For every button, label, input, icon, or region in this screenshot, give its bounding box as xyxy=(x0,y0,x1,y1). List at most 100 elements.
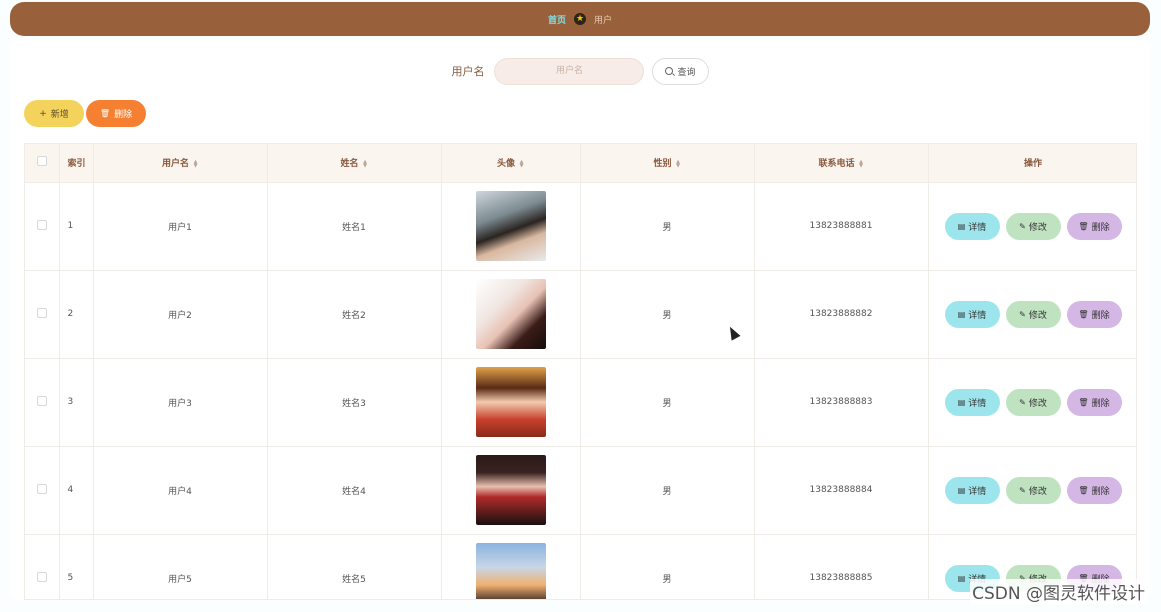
row-select-cell[interactable] xyxy=(25,270,60,359)
detail-button[interactable]: ▤详情 xyxy=(944,212,1000,240)
sort-icon[interactable]: ▲ ▼ xyxy=(519,159,524,168)
row-username: 用户1 xyxy=(93,182,268,271)
row-name: 姓名1 xyxy=(267,182,442,271)
sort-icon[interactable]: ▲ ▼ xyxy=(859,159,864,168)
avatar[interactable] xyxy=(475,367,546,437)
row-checkbox[interactable] xyxy=(36,395,47,406)
avatar[interactable] xyxy=(475,191,546,261)
search-label: 用户名 xyxy=(451,65,485,78)
row-phone: 13823888885 xyxy=(754,534,929,599)
add-button[interactable]: + 新增 xyxy=(24,100,84,127)
avatar[interactable] xyxy=(475,279,546,349)
detail-label: 详情 xyxy=(968,486,987,497)
delete-label: 删除 xyxy=(1091,398,1110,409)
header-gender-label: 性别 xyxy=(653,159,672,170)
batch-delete-button[interactable]: 🗑 删除 xyxy=(86,100,146,127)
row-actions: ▤详情 ✎修改 🗑删除 xyxy=(928,270,1136,359)
row-checkbox[interactable] xyxy=(36,571,47,582)
row-name: 姓名3 xyxy=(267,358,442,447)
row-gender: 男 xyxy=(580,270,755,359)
table-header-row: 索引 用户名 ▲ ▼ 姓名 ▲ ▼ 头像 ▲ ▼ 性别 ▲ ▼ 联系电话 ▲ ▼ 操作 xyxy=(25,144,1136,183)
header-name[interactable]: 姓名 ▲ ▼ xyxy=(267,144,442,183)
header-avatar[interactable]: 头像 ▲ ▼ xyxy=(441,144,581,183)
row-select-cell[interactable] xyxy=(25,446,60,535)
username-search-input[interactable] xyxy=(494,57,645,85)
edit-button[interactable]: ✎修改 xyxy=(1005,476,1061,504)
header-username[interactable]: 用户名 ▲ ▼ xyxy=(93,144,268,183)
trash-icon: 🗑 xyxy=(1078,309,1089,319)
delete-button[interactable]: 🗑删除 xyxy=(1066,476,1122,504)
row-index: 2 xyxy=(59,270,94,359)
header-phone-label: 联系电话 xyxy=(818,159,855,170)
sort-icon[interactable]: ▲ ▼ xyxy=(363,159,368,168)
edit-label: 修改 xyxy=(1028,398,1047,409)
edit-label: 修改 xyxy=(1028,310,1047,321)
add-button-label: 新增 xyxy=(50,110,69,120)
star-icon: ★ xyxy=(574,13,586,25)
row-phone: 13823888883 xyxy=(754,358,929,447)
delete-label: 删除 xyxy=(1091,222,1110,233)
document-icon: ▤ xyxy=(957,309,966,319)
row-gender: 男 xyxy=(580,182,755,271)
edit-button[interactable]: ✎修改 xyxy=(1005,388,1061,416)
trash-icon: 🗑 xyxy=(99,109,111,118)
delete-button[interactable]: 🗑删除 xyxy=(1066,388,1122,416)
header-gender[interactable]: 性别 ▲ ▼ xyxy=(580,144,755,183)
row-select-cell[interactable] xyxy=(25,358,60,447)
row-username: 用户4 xyxy=(93,446,268,535)
row-gender: 男 xyxy=(580,446,755,535)
row-name: 姓名2 xyxy=(267,270,442,359)
breadcrumb-home[interactable]: 首页 xyxy=(548,13,566,26)
sort-icon[interactable]: ▲ ▼ xyxy=(676,159,681,168)
sort-icon[interactable]: ▲ ▼ xyxy=(193,159,198,168)
delete-button[interactable]: 🗑删除 xyxy=(1066,212,1122,240)
content-panel: 用户名 查询 + 新增 🗑 删除 xyxy=(10,40,1150,600)
page: 首页 ★ 用户 用户名 查询 + 新增 🗑 删除 xyxy=(0,0,1161,612)
edit-button[interactable]: ✎修改 xyxy=(1005,212,1061,240)
row-checkbox[interactable] xyxy=(36,219,47,230)
detail-button[interactable]: ▤详情 xyxy=(944,300,1000,328)
detail-button[interactable]: ▤详情 xyxy=(944,388,1000,416)
delete-label: 删除 xyxy=(1091,486,1110,497)
row-avatar-cell xyxy=(441,446,581,535)
row-name: 姓名5 xyxy=(267,534,442,599)
row-gender: 男 xyxy=(580,358,755,447)
row-avatar-cell xyxy=(441,182,581,271)
breadcrumb-current: 用户 xyxy=(594,15,613,26)
row-index: 4 xyxy=(59,446,94,535)
header-phone[interactable]: 联系电话 ▲ ▼ xyxy=(754,144,929,183)
row-phone: 13823888884 xyxy=(754,446,929,535)
row-avatar-cell xyxy=(441,270,581,359)
row-index: 3 xyxy=(59,358,94,447)
trash-icon: 🗑 xyxy=(1078,485,1089,495)
edit-button[interactable]: ✎修改 xyxy=(1005,300,1061,328)
plus-icon: + xyxy=(39,108,47,119)
row-select-cell[interactable] xyxy=(25,182,60,271)
select-all-checkbox[interactable] xyxy=(36,156,47,167)
row-username: 用户2 xyxy=(93,270,268,359)
row-index: 1 xyxy=(59,182,94,271)
header-username-label: 用户名 xyxy=(161,159,189,170)
row-actions: ▤详情 ✎修改 🗑删除 xyxy=(928,446,1136,535)
user-table: 索引 用户名 ▲ ▼ 姓名 ▲ ▼ 头像 ▲ ▼ 性别 ▲ ▼ 联系电话 ▲ ▼ 操作 1 用户1 xyxy=(24,143,1137,600)
trash-icon: 🗑 xyxy=(1078,397,1089,407)
row-phone: 13823888881 xyxy=(754,182,929,271)
detail-button[interactable]: ▤详情 xyxy=(944,476,1000,504)
detail-label: 详情 xyxy=(968,222,987,233)
row-checkbox[interactable] xyxy=(36,483,47,494)
select-all-cell[interactable] xyxy=(25,144,60,183)
avatar[interactable] xyxy=(475,543,546,599)
document-icon: ▤ xyxy=(957,397,966,407)
breadcrumb: 首页 ★ 用户 xyxy=(10,2,1150,36)
pencil-icon: ✎ xyxy=(1019,309,1026,319)
search-button-label: 查询 xyxy=(677,67,696,78)
row-checkbox[interactable] xyxy=(36,307,47,318)
row-select-cell[interactable] xyxy=(25,534,60,599)
row-gender: 男 xyxy=(580,534,755,599)
watermark: CSDN @图灵软件设计 xyxy=(970,579,1147,604)
row-actions: ▤详情 ✎修改 🗑删除 xyxy=(928,358,1136,447)
row-username: 用户3 xyxy=(93,358,268,447)
search-button[interactable]: 查询 xyxy=(652,57,709,85)
avatar[interactable] xyxy=(475,455,546,525)
delete-button[interactable]: 🗑删除 xyxy=(1066,300,1122,328)
